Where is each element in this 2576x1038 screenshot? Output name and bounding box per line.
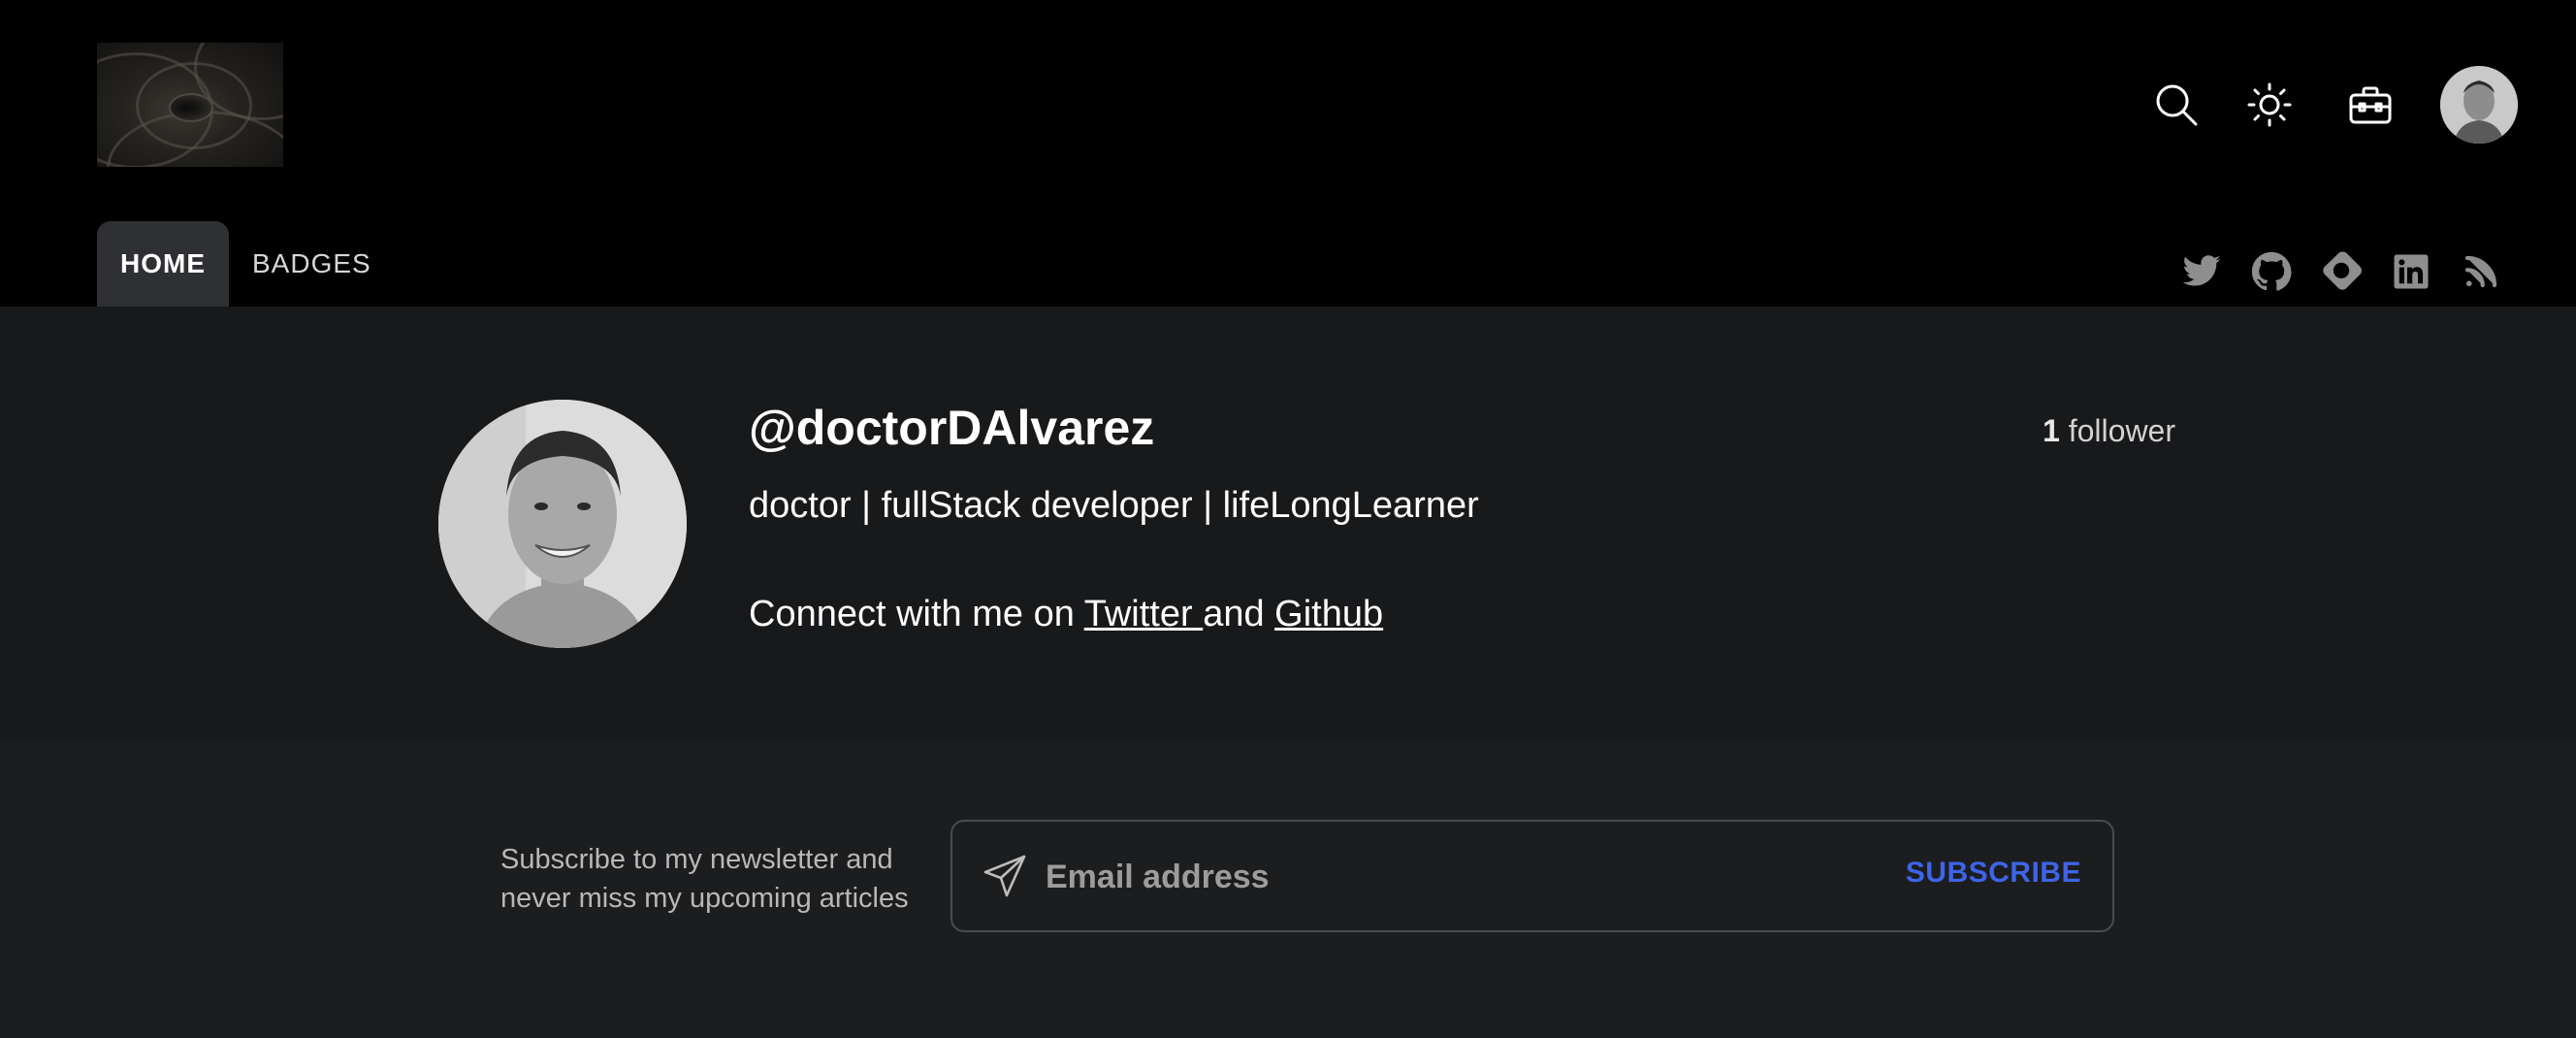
profile-bio: Connect with me on Twitter and Github [749,594,1383,635]
paper-plane-icon [983,855,1026,897]
sun-icon [2247,82,2292,127]
linkedin-icon [2394,254,2429,289]
blog-logo[interactable] [97,43,283,167]
github-bio-link[interactable]: Github [1274,594,1383,634]
twitter-icon [2182,255,2221,286]
hashnode-link[interactable] [2318,248,2365,295]
github-link[interactable] [2248,248,2295,295]
toolbox-button[interactable] [2332,66,2409,144]
newsletter-form: SUBSCRIBE [950,820,2114,932]
bio-and: and [1203,594,1275,634]
followers-count[interactable]: 1 follower [2043,413,2175,449]
followers-number: 1 [2043,413,2060,448]
bio-prefix: Connect with me on [749,594,1084,634]
profile-handle: @doctorDAlvarez [749,401,1155,455]
profile-tagline: doctor | fullStack developer | lifeLongL… [749,485,1479,526]
theme-toggle-button[interactable] [2231,66,2308,144]
avatar-image [2440,66,2518,144]
rss-icon [2464,255,2497,288]
twitter-link[interactable] [2178,248,2225,295]
newsletter-text: Subscribe to my newsletter and never mis… [500,844,909,914]
profile-image [438,400,687,648]
rss-link[interactable] [2458,248,2504,295]
subscribe-button[interactable]: SUBSCRIBE [1906,857,2081,890]
social-links [2178,248,2504,295]
linkedin-link[interactable] [2388,248,2434,295]
email-input[interactable] [1046,849,1880,905]
nav-tabs: HOME BADGES [97,221,395,307]
profile-section: @doctorDAlvarez 1 follower doctor | full… [0,307,2576,739]
search-icon [2156,84,2198,126]
elephant-eye [169,93,213,122]
tab-badges[interactable]: BADGES [229,221,395,307]
newsletter-section: Subscribe to my newsletter and never mis… [0,739,2576,1038]
user-avatar[interactable] [2440,66,2518,144]
tab-home[interactable]: HOME [97,221,229,307]
search-button[interactable] [2138,66,2215,144]
toolbox-icon [2349,86,2392,124]
hashnode-icon [2323,251,2362,290]
followers-label: follower [2059,413,2175,448]
top-header: HOME BADGES [0,0,2576,307]
twitter-bio-link[interactable]: Twitter [1084,594,1203,634]
github-icon [2251,251,2292,291]
profile-photo [438,400,687,648]
